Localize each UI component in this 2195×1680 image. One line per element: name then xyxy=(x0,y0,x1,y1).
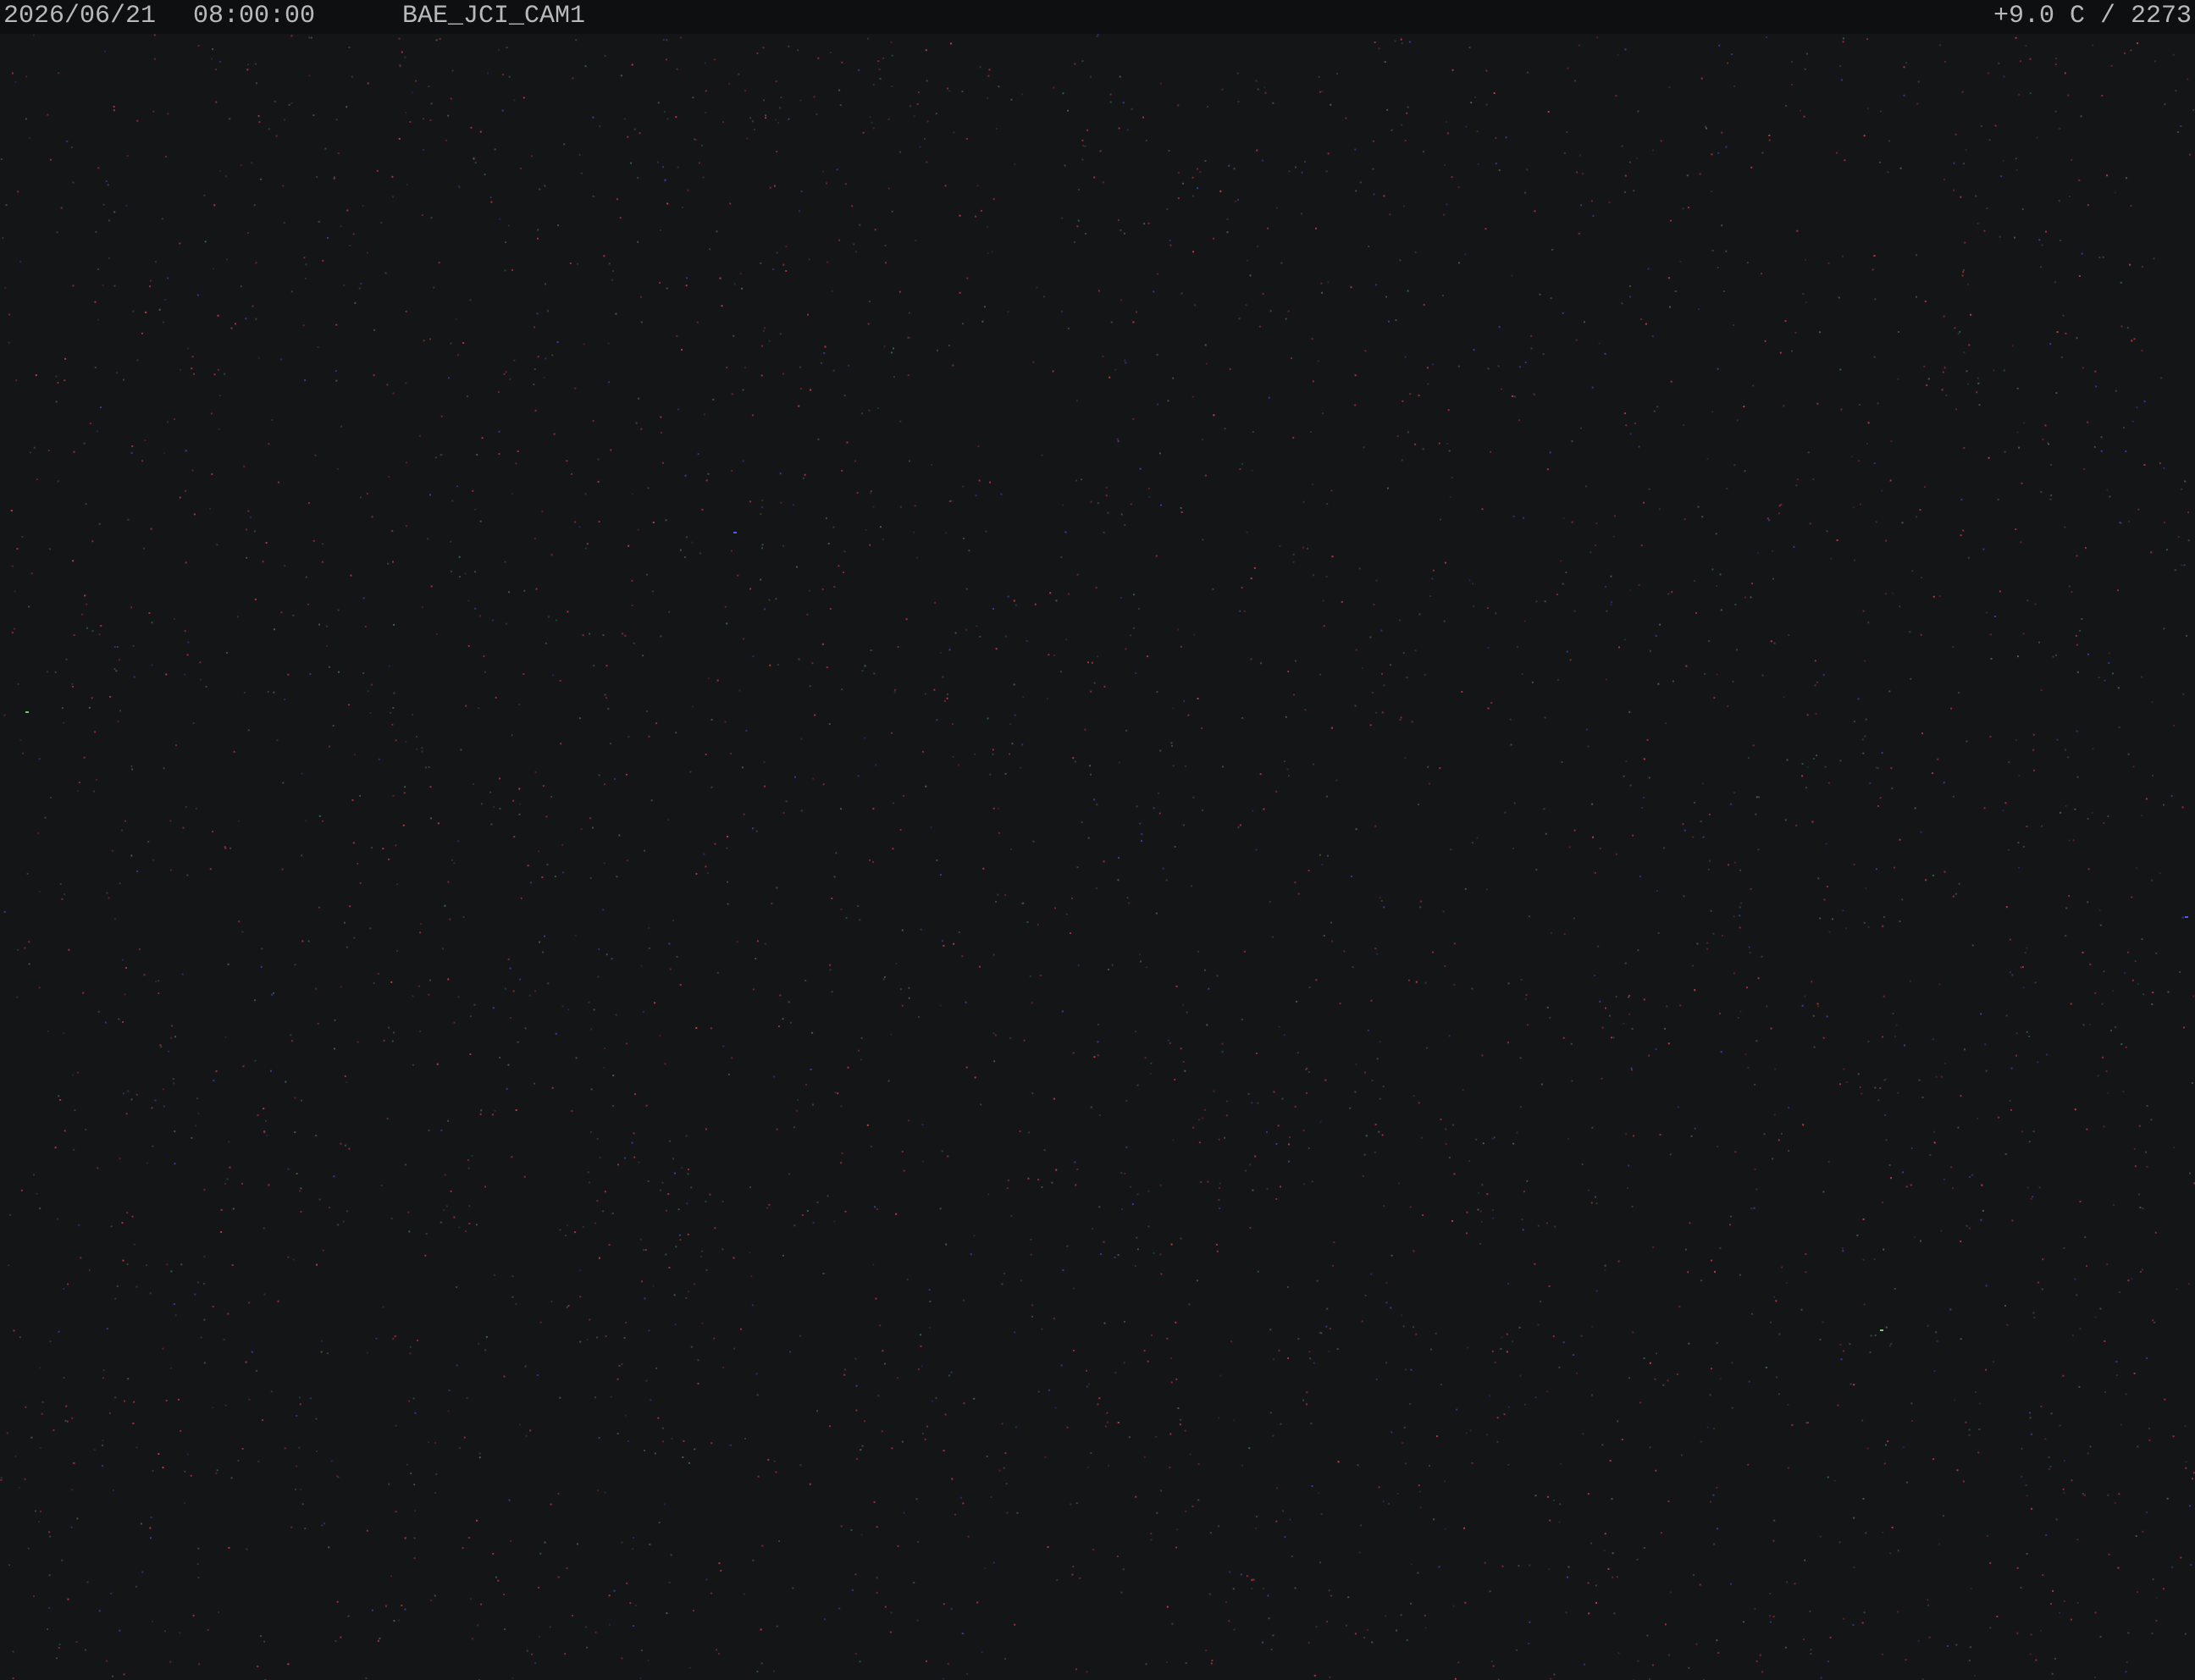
timestamp-date: 2026/06/21 xyxy=(3,2,157,30)
camera-name: BAE_JCI_CAM1 xyxy=(402,2,586,30)
timestamp-time: 08:00:00 xyxy=(193,2,316,30)
camera-overlay-bar: 2026/06/21 08:00:00 BAE_JCI_CAM1 +9.0 C … xyxy=(0,0,2195,34)
temperature-readout: +9.0 C / 2273 xyxy=(1993,2,2192,30)
night-sky-noise xyxy=(0,34,2195,1680)
camera-frame: 2026/06/21 08:00:00 BAE_JCI_CAM1 +9.0 C … xyxy=(0,0,2195,1680)
